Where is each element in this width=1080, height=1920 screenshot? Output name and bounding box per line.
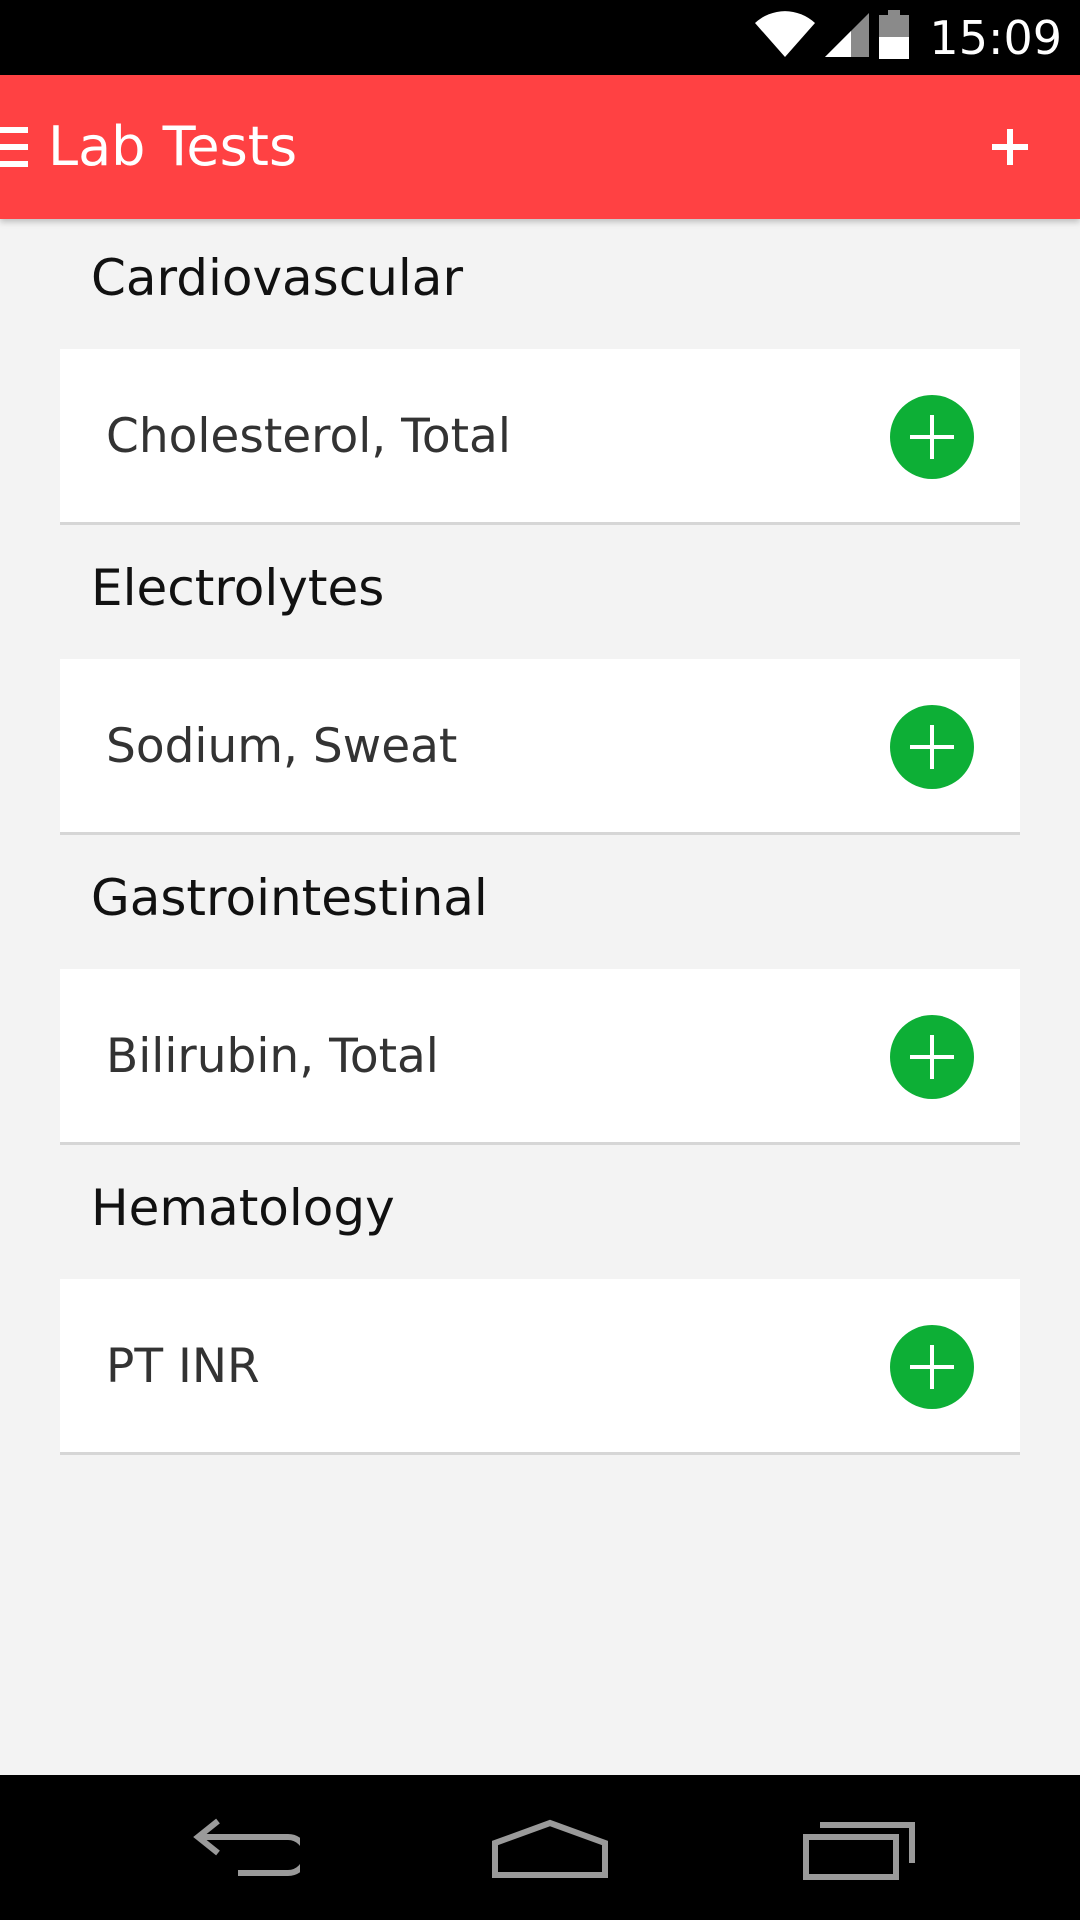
home-icon[interactable]	[450, 1775, 630, 1920]
status-time: 15:09	[929, 10, 1062, 65]
signal-icon	[825, 11, 870, 64]
add-icon[interactable]	[988, 125, 1032, 169]
section-gastrointestinal: Gastrointestinal Bilirubin, Total	[0, 839, 1080, 1149]
list-item[interactable]: Cholesterol, Total	[60, 349, 1020, 525]
section-header: Hematology	[91, 1179, 395, 1237]
recents-icon[interactable]	[760, 1775, 940, 1920]
status-icons: 15:09	[755, 0, 1062, 75]
list-item-label: PT INR	[106, 1339, 260, 1394]
lab-tests-list: Cardiovascular Cholesterol, Total Electr…	[0, 219, 1080, 1459]
navigation-bar	[0, 1775, 1080, 1920]
add-test-button[interactable]	[890, 705, 974, 789]
menu-icon[interactable]	[0, 127, 28, 167]
section-header: Cardiovascular	[91, 249, 463, 307]
list-item[interactable]: Sodium, Sweat	[60, 659, 1020, 835]
list-item-label: Sodium, Sweat	[106, 719, 458, 774]
status-bar: 15:09	[0, 0, 1080, 75]
screen: 15:09 Lab Tests Cardiovascular Cholester…	[0, 0, 1080, 1920]
list-item-label: Bilirubin, Total	[106, 1029, 439, 1084]
add-test-button[interactable]	[890, 1015, 974, 1099]
list-item-label: Cholesterol, Total	[106, 409, 511, 464]
add-test-button[interactable]	[890, 395, 974, 479]
back-icon[interactable]	[150, 1775, 330, 1920]
wifi-icon	[755, 11, 816, 64]
battery-icon	[879, 10, 910, 65]
list-item[interactable]: Bilirubin, Total	[60, 969, 1020, 1145]
app-bar: Lab Tests	[0, 75, 1080, 219]
section-cardiovascular: Cardiovascular Cholesterol, Total	[0, 219, 1080, 529]
list-item[interactable]: PT INR	[60, 1279, 1020, 1455]
section-electrolytes: Electrolytes Sodium, Sweat	[0, 529, 1080, 839]
section-header: Electrolytes	[91, 559, 385, 617]
add-test-button[interactable]	[890, 1325, 974, 1409]
section-hematology: Hematology PT INR	[0, 1149, 1080, 1459]
page-title: Lab Tests	[48, 115, 298, 178]
section-header: Gastrointestinal	[91, 869, 488, 927]
